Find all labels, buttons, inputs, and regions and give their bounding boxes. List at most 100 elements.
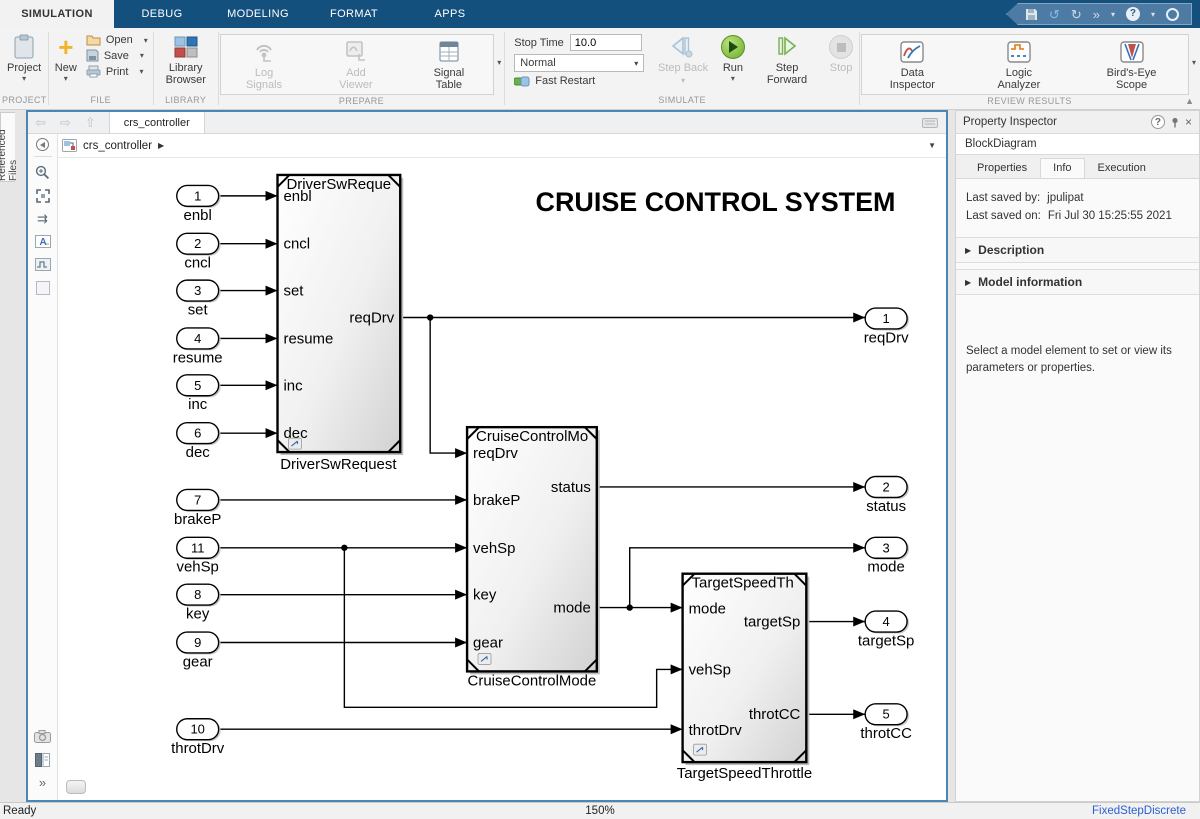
fit-to-view-icon[interactable] <box>32 185 54 206</box>
stop-time-label: Stop Time <box>514 37 564 49</box>
outport-3[interactable]: 3 mode <box>865 537 909 575</box>
referenced-files-tab[interactable]: Referenced Files <box>0 112 15 182</box>
tab-format[interactable]: FORMAT <box>306 0 402 28</box>
collapse-ribbon-icon[interactable]: ▲ <box>1185 96 1194 106</box>
inport-11[interactable]: 11 vehSp <box>176 537 220 575</box>
annotation-icon[interactable]: A <box>32 231 54 252</box>
review-gallery-dropdown-icon[interactable]: ▾ <box>1192 58 1196 67</box>
breadcrumb-caret-icon[interactable]: ▶ <box>158 141 164 150</box>
keypad-icon[interactable] <box>922 118 938 128</box>
outport-2[interactable]: 2 status <box>865 477 909 515</box>
diagram-title[interactable]: CRUISE CONTROL SYSTEM <box>536 187 896 217</box>
block-cruisecontrolmode[interactable]: CruiseControlMo reqDrv brakeP vehSp key … <box>467 427 600 689</box>
sim-mode-select[interactable]: Normal ▾ <box>514 54 644 72</box>
stop-button[interactable]: Stop <box>824 32 858 75</box>
stop-time-input[interactable] <box>570 34 642 51</box>
step-back-button[interactable]: Step Back ▾ <box>650 32 716 87</box>
document-tab-crs-controller[interactable]: crs_controller <box>109 112 205 133</box>
tab-properties[interactable]: Properties <box>964 158 1040 178</box>
model-editor: ⇦ ⇨ ⇧ crs_controller ⇉ A » <box>26 110 948 802</box>
new-dropdown-icon: ▾ <box>64 75 68 83</box>
logic-analyzer-button[interactable]: Logic Analyzer <box>979 37 1060 92</box>
svg-text:reqDrv: reqDrv <box>864 329 909 346</box>
canvas-corner-button[interactable] <box>66 780 86 794</box>
signal-table-button[interactable]: Signal Table <box>414 37 483 92</box>
svg-text:cncl: cncl <box>184 255 211 272</box>
nav-back-icon[interactable]: ⇦ <box>28 112 53 133</box>
save-button[interactable]: Save▾ <box>86 49 148 62</box>
nav-up-icon[interactable]: ⇧ <box>78 112 103 133</box>
tab-apps[interactable]: APPS <box>402 0 498 28</box>
simulink-window: SIMULATION DEBUG MODELING FORMAT APPS ↺ … <box>0 0 1200 819</box>
inport-6[interactable]: 6 dec <box>177 423 221 461</box>
tab-debug[interactable]: DEBUG <box>114 0 210 28</box>
undo-icon[interactable]: ↺ <box>1049 8 1060 21</box>
help-icon[interactable]: ? <box>1126 7 1140 21</box>
inport-8[interactable]: 8 key <box>177 584 221 622</box>
fast-restart-toggle[interactable]: Fast Restart <box>514 75 644 87</box>
help-dropdown-icon[interactable]: ▾ <box>1151 10 1155 19</box>
diagram-canvas[interactable]: CRUISE CONTROL SYSTEM <box>58 158 946 800</box>
log-signals-button[interactable]: Log Signals <box>231 37 298 92</box>
tab-modeling[interactable]: MODELING <box>210 0 306 28</box>
svg-text:CruiseControlMo: CruiseControlMo <box>476 428 588 445</box>
inport-7[interactable]: 7 brakeP <box>174 489 221 527</box>
inport-3[interactable]: 3 set <box>177 280 221 318</box>
inport-2[interactable]: 2 cncl <box>177 233 221 271</box>
capture-dropdown-icon[interactable]: ▾ <box>1111 10 1115 19</box>
stop-square-icon <box>837 43 846 52</box>
zoom-icon[interactable] <box>32 162 54 183</box>
inport-5[interactable]: 5 inc <box>177 375 221 413</box>
add-viewer-button[interactable]: Add Viewer <box>323 37 388 92</box>
nav-forward-icon[interactable]: ⇨ <box>53 112 78 133</box>
update-diagram-icon[interactable]: ⇉ <box>32 208 54 229</box>
expand-palette-icon[interactable]: » <box>32 772 54 793</box>
panel-help-icon[interactable]: ? <box>1151 115 1165 129</box>
svg-text:reqDrv: reqDrv <box>473 445 518 462</box>
open-button[interactable]: Open▾ <box>86 34 148 46</box>
capture-icon[interactable]: » <box>1093 8 1100 21</box>
svg-text:gear: gear <box>183 653 213 670</box>
tab-execution[interactable]: Execution <box>1085 158 1159 178</box>
run-button[interactable]: Run ▾ <box>716 32 750 84</box>
description-section[interactable]: ▶ Description <box>956 237 1199 263</box>
breadcrumb-item[interactable]: crs_controller <box>83 140 152 152</box>
inport-10[interactable]: 10 throtDrv <box>171 719 225 757</box>
outport-4[interactable]: 4 targetSp <box>858 611 914 649</box>
outport-1[interactable]: 1 reqDrv <box>864 308 909 346</box>
outport-5[interactable]: 5 throtCC <box>860 704 912 742</box>
model-information-section[interactable]: ▶ Model information <box>956 269 1199 295</box>
inport-1[interactable]: 1 enbl <box>177 185 221 223</box>
tab-simulation[interactable]: SIMULATION <box>0 0 114 28</box>
panel-close-icon[interactable]: × <box>1185 115 1192 129</box>
project-button[interactable]: Project ▾ <box>2 32 46 84</box>
block-driverswrequest[interactable]: DriverSwReque enbl cncl set resume inc d… <box>278 175 404 473</box>
library-browser-button[interactable]: Library Browser <box>155 32 217 87</box>
section-label-file: FILE <box>50 95 152 109</box>
screenshot-icon[interactable] <box>32 726 54 747</box>
redo-icon[interactable]: ↻ <box>1071 8 1082 21</box>
save-icon[interactable] <box>1025 8 1038 21</box>
prepare-gallery-dropdown-icon[interactable]: ▾ <box>497 58 501 67</box>
pin-icon[interactable] <box>1171 117 1179 128</box>
inport-9[interactable]: 9 gear <box>177 632 221 670</box>
birds-eye-scope-button[interactable]: Bird's-Eye Scope <box>1085 37 1178 92</box>
step-forward-button[interactable]: Step Forward <box>750 32 824 87</box>
hide-explorer-icon[interactable] <box>36 138 49 151</box>
block-targetspeedthrottle[interactable]: TargetSpeedTh mode vehSp throtDrv target… <box>677 574 812 782</box>
svg-text:enbl: enbl <box>184 207 212 224</box>
model-browser-icon[interactable] <box>32 749 54 770</box>
inport-4[interactable]: 4 resume <box>173 328 223 366</box>
new-button[interactable]: + New ▾ <box>50 32 82 84</box>
expand-caret-icon: ▶ <box>965 246 971 255</box>
project-dropdown-icon: ▾ <box>22 75 26 83</box>
tab-info[interactable]: Info <box>1040 158 1084 178</box>
status-solver[interactable]: FixedStepDiscrete <box>1092 805 1186 817</box>
viewmarks-icon[interactable] <box>32 277 54 298</box>
svg-text:3: 3 <box>194 283 201 298</box>
breadcrumb-dropdown-icon[interactable]: ▼ <box>928 141 936 150</box>
data-inspector-button[interactable]: Data Inspector <box>872 37 953 92</box>
sample-time-icon[interactable] <box>32 254 54 275</box>
print-button[interactable]: Print▾ <box>86 65 148 78</box>
account-icon[interactable] <box>1166 8 1179 21</box>
